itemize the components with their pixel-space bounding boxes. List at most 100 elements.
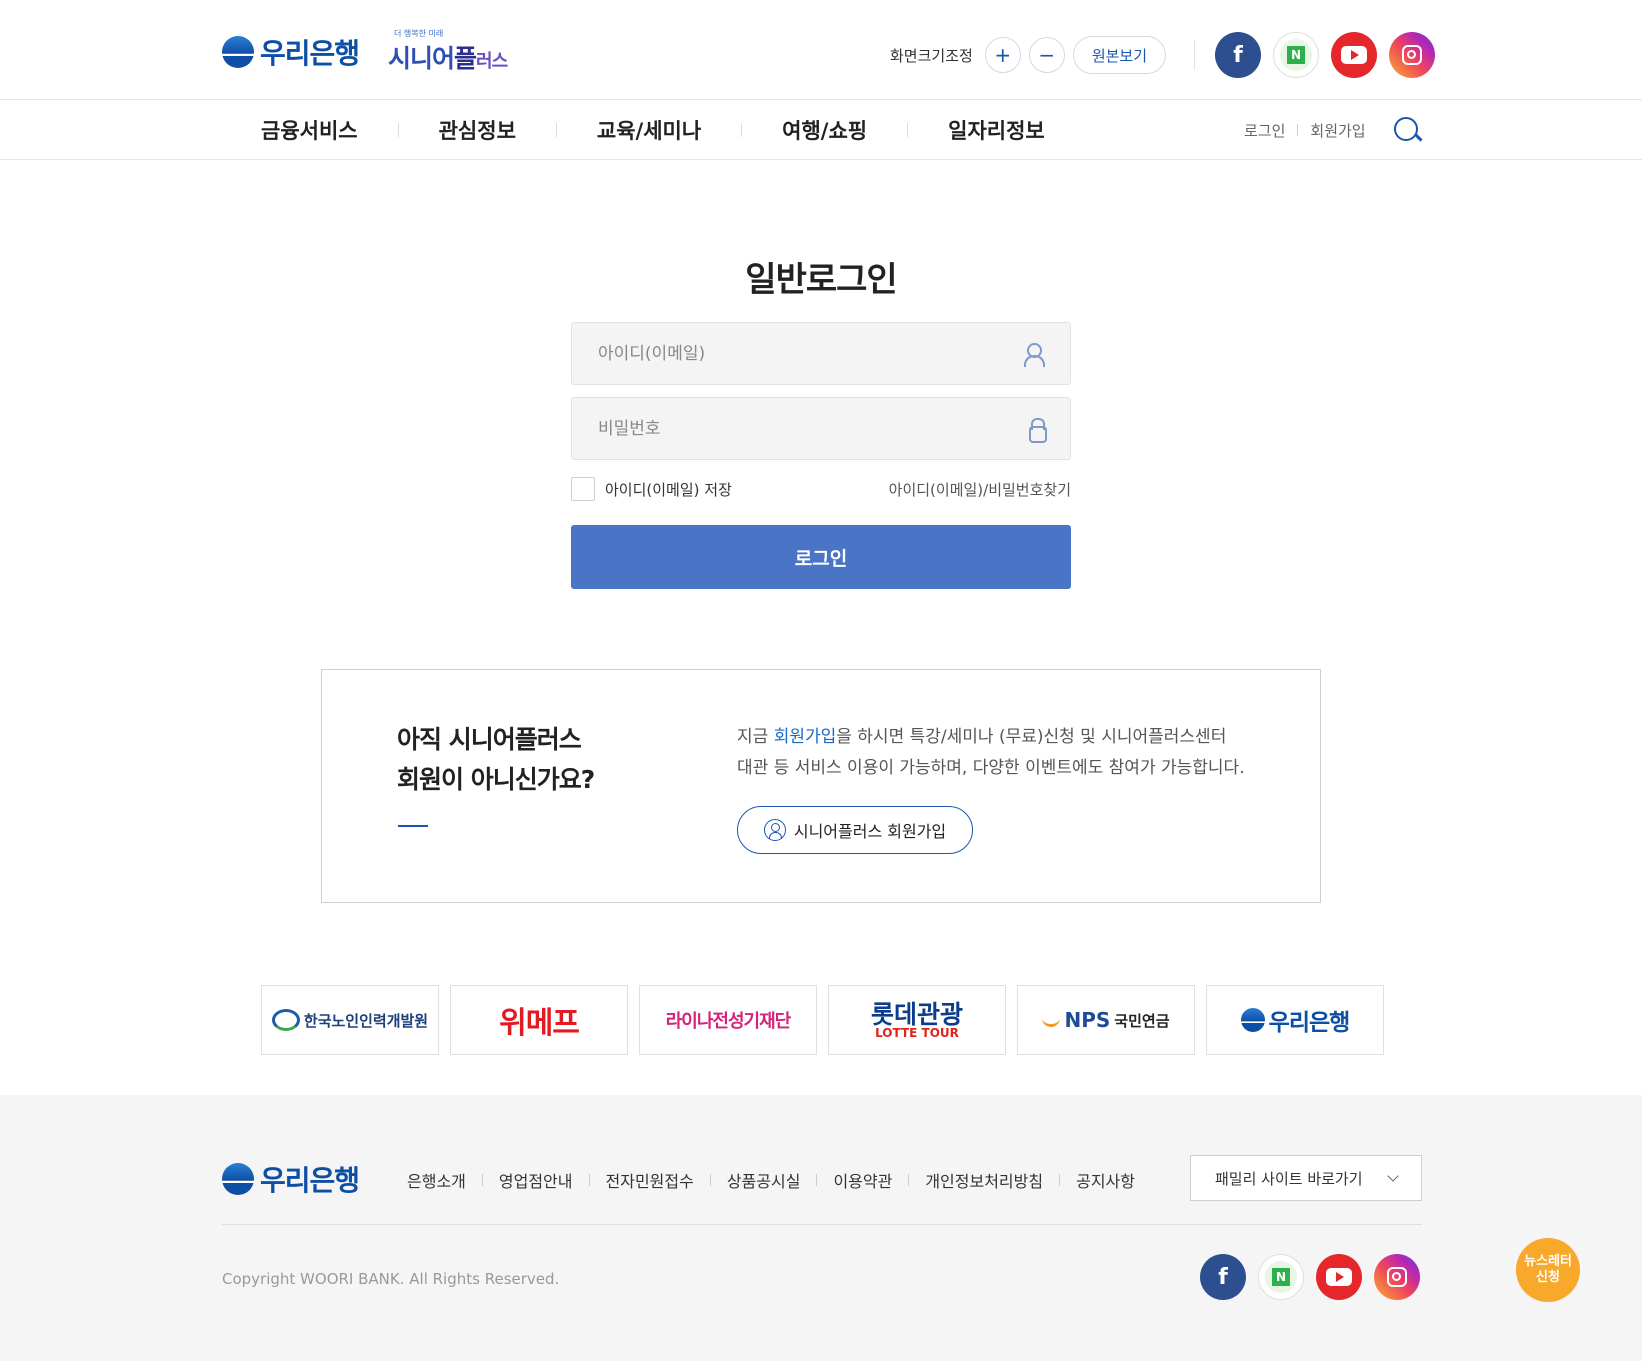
signup-promo-accent-bar (398, 825, 428, 827)
nav-login-link[interactable]: 로그인 (1244, 120, 1285, 141)
signup-promo-heading: 아직 시니어플러스 회원이 아니신가요? (397, 720, 595, 800)
facebook-icon[interactable]: f (1215, 32, 1262, 78)
woori-bank-logo[interactable]: 우리은행 (222, 32, 360, 72)
family-site-select[interactable]: 패밀리 사이트 바로가기 (1190, 1155, 1422, 1201)
footer-social-links: f N (1200, 1254, 1420, 1300)
newsletter-line1: 뉴스레터 (1524, 1254, 1572, 1270)
nps-swoosh-icon (1042, 1013, 1061, 1027)
senior-plus-signup-button[interactable]: 시니어플러스 회원가입 (737, 806, 973, 854)
nav-item-jobs[interactable]: 일자리정보 (908, 115, 1085, 145)
partner-kordi-name: 한국노인인력개발원 (303, 1011, 429, 1030)
signup-promo-description: 지금 회원가입을 하시면 특강/세미나 (무료)신청 및 시니어플러스센터 대관… (737, 722, 1245, 784)
partner-lina-name: 라이나전성기재단 (665, 1011, 791, 1032)
partner-logos: 한국노인인력개발원 위메프 라이나전성기재단 롯데관광 LOTTE TOUR N… (261, 985, 1384, 1055)
newsletter-signup-button[interactable]: 뉴스레터 신청 (1516, 1238, 1580, 1302)
woori-logo-mark-icon (222, 36, 254, 68)
page: 우리은행 더 행복한 미래 시니어플러스 화면크기조정 + − 원본보기 f N… (0, 0, 1642, 1361)
font-increase-button[interactable]: + (984, 37, 1021, 73)
header-social-links: f N (1215, 32, 1436, 78)
login-title: 일반로그인 (745, 260, 897, 300)
password-input[interactable] (598, 418, 1028, 439)
senior-plus-name: 시니어플러스 (388, 44, 508, 73)
footer-link-privacy[interactable]: 개인정보처리방침 (909, 1168, 1059, 1192)
main-nav: 금융서비스 관심정보 교육/세미나 여행/쇼핑 일자리정보 로그인 회원가입 (0, 100, 1642, 160)
partner-nps[interactable]: NPS 국민연금 (1017, 985, 1195, 1055)
top-header: 우리은행 더 행복한 미래 시니어플러스 화면크기조정 + − 원본보기 f N (0, 0, 1642, 100)
user-circle-icon (763, 819, 786, 841)
search-icon[interactable] (1392, 115, 1422, 145)
youtube-icon[interactable] (1316, 1254, 1362, 1300)
partner-lotte-name: 롯데관광 (870, 999, 963, 1029)
woori-logo-text: 우리은행 (260, 37, 360, 70)
signup-promo-box: 아직 시니어플러스 회원이 아니신가요? 지금 회원가입을 하시면 특강/세미나… (321, 669, 1321, 903)
footer-link-complaints[interactable]: 전자민원접수 (590, 1168, 710, 1192)
partner-nps-abbr: NPS (1064, 1008, 1111, 1032)
woori-logo-mark-icon (222, 1163, 254, 1195)
naver-blog-icon[interactable]: N (1258, 1254, 1304, 1300)
footer-link-notice[interactable]: 공지사항 (1060, 1168, 1151, 1192)
family-site-label: 패밀리 사이트 바로가기 (1215, 1169, 1363, 1188)
partner-woori-bank[interactable]: 우리은행 (1206, 985, 1384, 1055)
partner-wemakeprice[interactable]: 위메프 (450, 985, 628, 1055)
naver-blog-icon[interactable]: N (1273, 32, 1320, 78)
senior-plus-name-part1: 시니어 (388, 44, 455, 73)
footer-link-terms[interactable]: 이용약관 (817, 1168, 908, 1192)
nav-utility-separator (1297, 124, 1299, 136)
signup-promo-heading-line2: 회원이 아니신가요? (397, 765, 595, 794)
nav-menu: 금융서비스 관심정보 교육/세미나 여행/쇼핑 일자리정보 (222, 100, 1085, 160)
footer-divider (222, 1224, 1422, 1225)
instagram-icon[interactable] (1374, 1254, 1420, 1300)
nav-utility: 로그인 회원가입 (1244, 100, 1422, 160)
nav-item-financial-services[interactable]: 금융서비스 (222, 115, 398, 145)
senior-plus-name-part2: 플 (454, 44, 477, 73)
kordi-logo-icon (271, 1009, 300, 1031)
footer-link-branches[interactable]: 영업점안내 (483, 1168, 589, 1192)
footer-links: 은행소개 영업점안내 전자민원접수 상품공시실 이용약관 개인정보처리방침 공지… (407, 1168, 1151, 1192)
save-id-label[interactable]: 아이디(이메일) 저장 (605, 479, 732, 500)
nav-item-interest-info[interactable]: 관심정보 (399, 115, 556, 145)
instagram-icon[interactable] (1389, 32, 1436, 78)
nav-signup-link[interactable]: 회원가입 (1310, 120, 1365, 141)
partner-lotte-sub: LOTTE TOUR (875, 1025, 959, 1040)
font-size-controls: 화면크기조정 + − 원본보기 f N (890, 32, 1436, 78)
header-divider (1194, 40, 1196, 70)
password-field-wrapper (571, 397, 1071, 460)
senior-plus-name-part3: 러스 (476, 51, 508, 72)
senior-plus-tagline: 더 행복한 미래 (394, 29, 444, 38)
newsletter-line2: 신청 (1536, 1270, 1560, 1285)
user-icon (1022, 342, 1045, 367)
id-field-wrapper (571, 322, 1071, 385)
footer: 우리은행 은행소개 영업점안내 전자민원접수 상품공시실 이용약관 개인정보처리… (0, 1095, 1642, 1361)
partner-kordi[interactable]: 한국노인인력개발원 (261, 985, 439, 1055)
footer-link-product-disclosure[interactable]: 상품공시실 (711, 1168, 817, 1192)
partner-lina-foundation[interactable]: 라이나전성기재단 (639, 985, 817, 1055)
id-input[interactable] (598, 343, 1022, 364)
font-decrease-button[interactable]: − (1028, 37, 1065, 73)
footer-woori-logo[interactable]: 우리은행 (222, 1159, 360, 1199)
partner-woori-name: 우리은행 (1268, 1010, 1351, 1036)
save-id-group: 아이디(이메일) 저장 (571, 477, 732, 501)
nav-item-education[interactable]: 교육/세미나 (557, 115, 741, 145)
footer-link-about[interactable]: 은행소개 (407, 1168, 482, 1192)
save-id-checkbox[interactable] (571, 477, 595, 501)
copyright-text: Copyright WOORI BANK. All Rights Reserve… (222, 1270, 560, 1288)
partner-lotte-tour[interactable]: 롯데관광 LOTTE TOUR (828, 985, 1006, 1055)
original-view-button[interactable]: 원본보기 (1072, 36, 1167, 74)
senior-plus-logo[interactable]: 더 행복한 미래 시니어플러스 (388, 28, 508, 75)
signup-promo-desc-line2: 대관 등 서비스 이용이 가능하며, 다양한 이벤트에도 참여가 가능합니다. (737, 758, 1245, 778)
lock-icon (1028, 417, 1047, 443)
signup-promo-heading-line1: 아직 시니어플러스 (397, 725, 582, 754)
chevron-down-icon (1387, 1170, 1399, 1182)
login-button[interactable]: 로그인 (571, 525, 1071, 589)
youtube-icon[interactable] (1331, 32, 1378, 78)
woori-logo-mark-icon (1240, 1008, 1265, 1032)
find-id-password-link[interactable]: 아이디(이메일)/비밀번호찾기 (889, 479, 1071, 500)
signup-promo-desc-line1: 지금 회원가입을 하시면 특강/세미나 (무료)신청 및 시니어플러스센터 (737, 727, 1227, 747)
partner-nps-name: 국민연금 (1114, 1011, 1170, 1030)
footer-logo-text: 우리은행 (260, 1164, 360, 1197)
facebook-icon[interactable]: f (1200, 1254, 1246, 1300)
signup-highlight-link[interactable]: 회원가입 (774, 727, 837, 747)
login-options-row: 아이디(이메일) 저장 아이디(이메일)/비밀번호찾기 (571, 476, 1071, 502)
font-size-label: 화면크기조정 (890, 46, 973, 65)
nav-item-travel-shopping[interactable]: 여행/쇼핑 (742, 115, 907, 145)
